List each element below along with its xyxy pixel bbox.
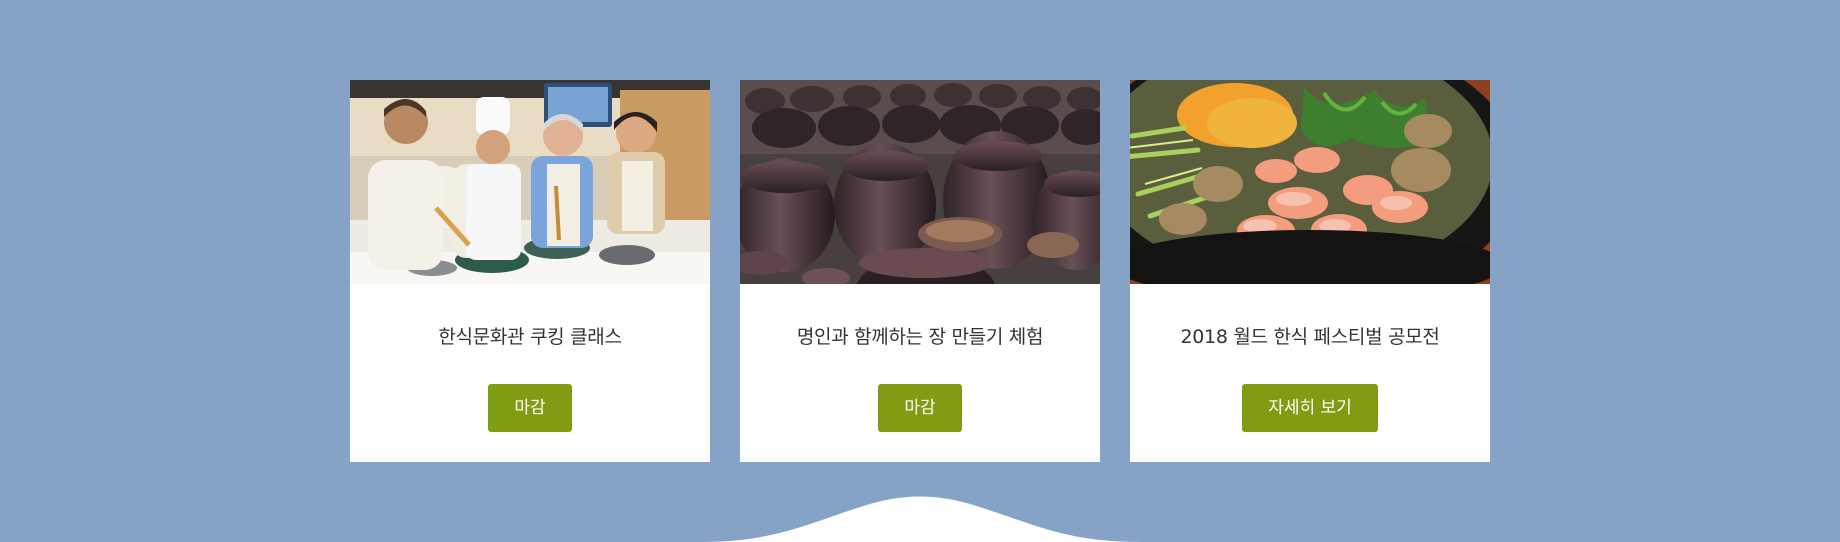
event-card-title: 명인과 함께하는 장 만들기 체험	[796, 326, 1044, 348]
cooking-class-photo	[350, 80, 710, 284]
event-card-cooking-class[interactable]: 한식문화관 쿠킹 클래스 마감	[350, 80, 710, 462]
jang-jars-image	[740, 80, 1100, 284]
event-section: 한식문화관 쿠킹 클래스 마감 명인과 함께하는 장 만들기 체험 마감 201…	[0, 0, 1840, 542]
event-card-jang-making[interactable]: 명인과 함께하는 장 만들기 체험 마감	[740, 80, 1100, 462]
cooking-class-image	[350, 80, 710, 284]
closed-button[interactable]: 마감	[488, 384, 572, 432]
event-card-list: 한식문화관 쿠킹 클래스 마감 명인과 함께하는 장 만들기 체험 마감 201…	[350, 80, 1490, 462]
jang-jars-photo	[740, 80, 1100, 284]
bibimbap-photo	[1130, 80, 1490, 284]
view-details-button[interactable]: 자세히 보기	[1242, 384, 1378, 432]
bibimbap-image	[1130, 80, 1490, 284]
event-card-title: 한식문화관 쿠킹 클래스	[438, 326, 622, 348]
event-card-title: 2018 월드 한식 페스티벌 공모전	[1180, 326, 1440, 348]
bottom-wave-decoration	[700, 496, 1140, 542]
closed-button[interactable]: 마감	[878, 384, 962, 432]
event-card-hansik-festival[interactable]: 2018 월드 한식 페스티벌 공모전 자세히 보기	[1130, 80, 1490, 462]
